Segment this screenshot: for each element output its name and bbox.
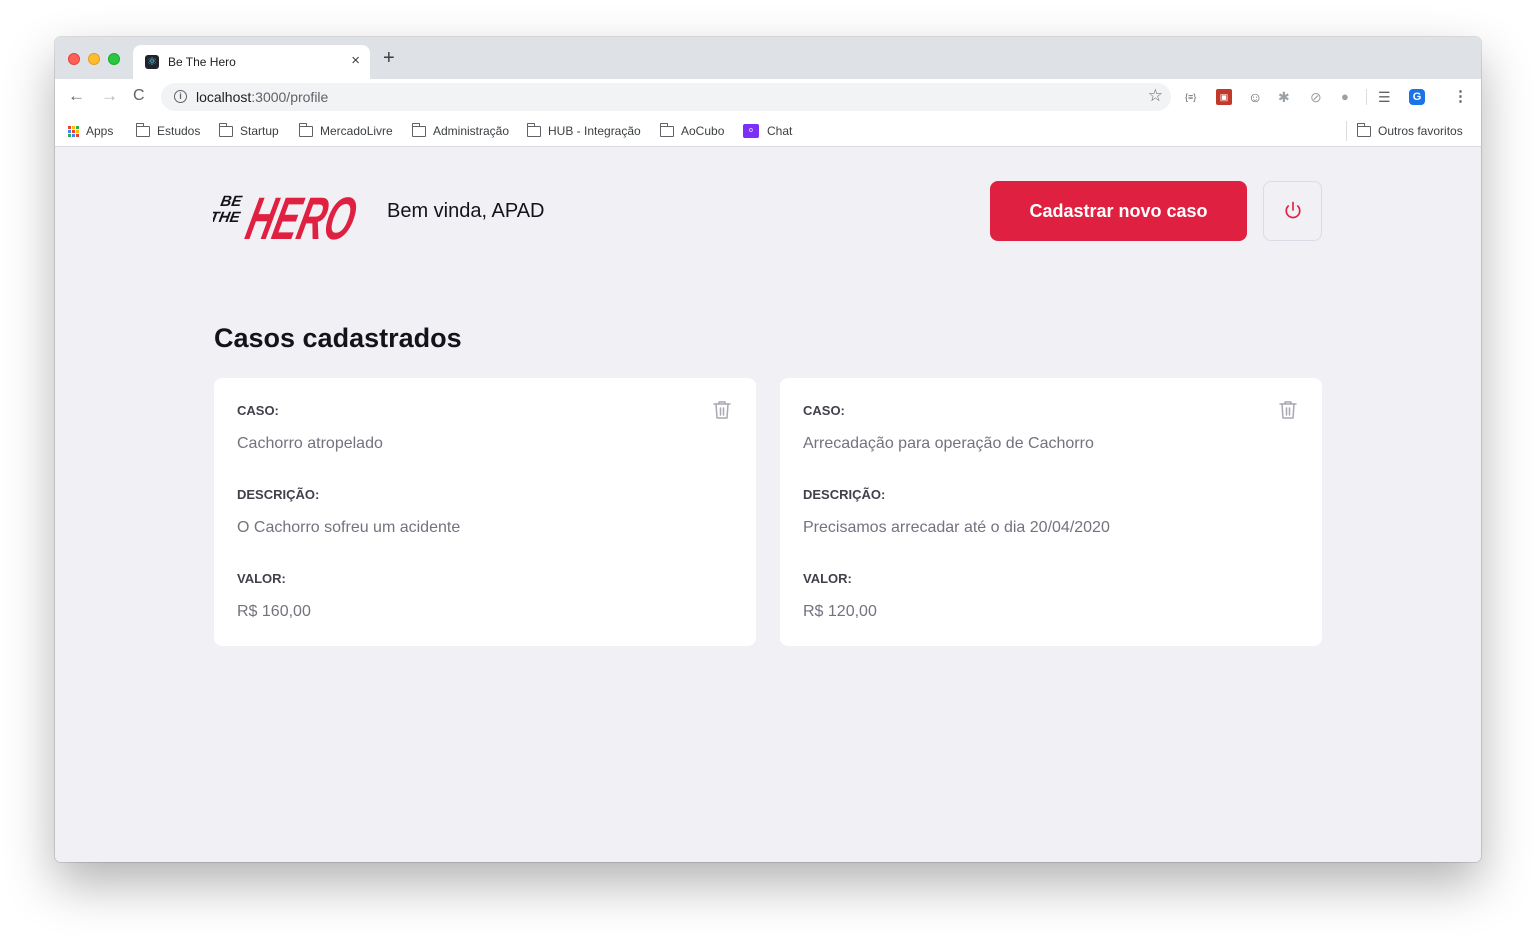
tab-strip: ⚛ Be The Hero × + (55, 37, 1481, 79)
case-value: R$ 160,00 (237, 603, 311, 620)
folder-icon (527, 122, 541, 137)
case-description: O Cachorro sofreu um acidente (237, 519, 461, 536)
bookmark-label: HUB - Integração (548, 124, 641, 138)
case-value: R$ 120,00 (803, 603, 877, 620)
power-icon (1285, 201, 1300, 218)
bookmark-hub-integracao[interactable]: HUB - Integração (527, 122, 641, 139)
bookmark-label: AoCubo (681, 124, 725, 138)
bookmark-apps[interactable]: Apps (68, 123, 113, 139)
trash-icon (713, 401, 731, 419)
extension-circle-icon[interactable]: ● (1341, 89, 1349, 105)
bookmark-label: Chat (767, 124, 793, 138)
toolbar-divider (1366, 89, 1367, 105)
extension-red-icon[interactable]: ▣ (1216, 89, 1232, 105)
bookmark-mercadolivre[interactable]: MercadoLivre (299, 122, 393, 139)
browser-tab[interactable]: ⚛ Be The Hero × (133, 45, 370, 79)
extension-compass-icon[interactable]: ⊘ (1310, 89, 1322, 105)
folder-icon (219, 122, 233, 137)
extension-mask-icon[interactable]: ☺ (1248, 89, 1262, 105)
tab-close-icon[interactable]: × (351, 53, 360, 69)
browser-toolbar: ← → C i localhost:3000/profile ☆ {≡} ▣ ☺… (55, 79, 1481, 115)
trash-icon (1279, 401, 1297, 419)
bookmark-label: Startup (240, 124, 279, 138)
page-viewport: BE THE HERO Bem vinda, APAD Cadastrar no… (55, 147, 1481, 862)
back-button[interactable]: ← (68, 87, 85, 105)
new-tab-button[interactable]: + (383, 48, 395, 68)
bookmark-estudos[interactable]: Estudos (136, 122, 201, 139)
extension-g-icon[interactable]: G (1409, 89, 1425, 105)
logo-small-line1: BE (219, 193, 244, 210)
folder-icon (136, 122, 150, 137)
delete-case-button[interactable] (1278, 400, 1298, 422)
apps-grid-icon (68, 125, 79, 137)
window-close-button[interactable] (68, 53, 80, 65)
menu-kebab-icon[interactable]: ⋮ (1453, 89, 1468, 105)
case-title: Arrecadação para operação de Cachorro (803, 435, 1094, 452)
bookmark-other-favorites[interactable]: Outros favoritos (1357, 122, 1463, 139)
page-title: Casos cadastrados (214, 323, 462, 353)
new-case-button[interactable]: Cadastrar novo caso (990, 181, 1247, 241)
logo-hero-text: HERO (240, 185, 363, 245)
value-label: VALOR: (803, 571, 852, 586)
bookmark-startup[interactable]: Startup (219, 122, 279, 139)
bookmark-label: Outros favoritos (1378, 124, 1463, 138)
address-bar[interactable]: i localhost:3000/profile ☆ (161, 83, 1171, 111)
tab-title: Be The Hero (168, 55, 236, 69)
case-card: CASO: Arrecadação para operação de Cacho… (780, 378, 1322, 646)
description-label: DESCRIÇÃO: (803, 487, 886, 502)
chat-app-icon: o (743, 124, 759, 138)
greeting-text: Bem vinda, APAD (387, 200, 545, 222)
url-host: localhost (196, 89, 252, 105)
bookmark-star-icon[interactable]: ☆ (1148, 86, 1163, 106)
value-label: VALOR: (237, 571, 286, 586)
delete-case-button[interactable] (712, 400, 732, 422)
bookmark-administracao[interactable]: Administração (412, 122, 510, 139)
folder-icon (299, 122, 313, 137)
site-info-icon[interactable]: i (174, 90, 187, 103)
folder-icon (1357, 122, 1371, 137)
bookmark-label: Apps (86, 124, 114, 138)
bookmarks-bar: Apps Estudos Startup MercadoLivre Admini… (55, 115, 1481, 147)
window-zoom-button[interactable] (108, 53, 120, 65)
reading-list-icon[interactable]: ☰ (1378, 89, 1391, 105)
bookmarks-divider (1346, 121, 1347, 141)
folder-icon (660, 122, 674, 137)
bookmark-aocubo[interactable]: AoCubo (660, 122, 725, 139)
bookmark-label: MercadoLivre (320, 124, 393, 138)
window-minimize-button[interactable] (88, 53, 100, 65)
forward-button[interactable]: → (101, 87, 118, 105)
description-label: DESCRIÇÃO: (237, 487, 320, 502)
bookmark-chat[interactable]: o Chat (743, 123, 792, 139)
case-card: CASO: Cachorro atropelado DESCRIÇÃO: O C… (214, 378, 756, 646)
case-label: CASO: (803, 403, 845, 418)
bookmark-label: Estudos (157, 124, 201, 138)
extension-pin-icon[interactable]: ✱ (1278, 89, 1290, 105)
case-label: CASO: (237, 403, 279, 418)
bookmark-label: Administração (433, 124, 510, 138)
react-icon: ⚛ (145, 55, 159, 69)
be-the-hero-logo[interactable]: BE THE HERO (213, 177, 365, 245)
json-extension-icon[interactable]: {≡} (1185, 89, 1196, 105)
logout-button[interactable] (1263, 181, 1322, 241)
folder-icon (412, 122, 426, 137)
reload-button[interactable]: C (133, 87, 145, 105)
logo-small-line2: THE (213, 209, 242, 226)
url-text[interactable]: localhost:3000/profile (196, 89, 328, 105)
browser-window: ⚛ Be The Hero × + ← → C i localhost:3000… (55, 37, 1481, 862)
url-path: :3000/profile (251, 89, 329, 105)
case-title: Cachorro atropelado (237, 435, 383, 452)
case-description: Precisamos arrecadar até o dia 20/04/202… (803, 519, 1110, 536)
